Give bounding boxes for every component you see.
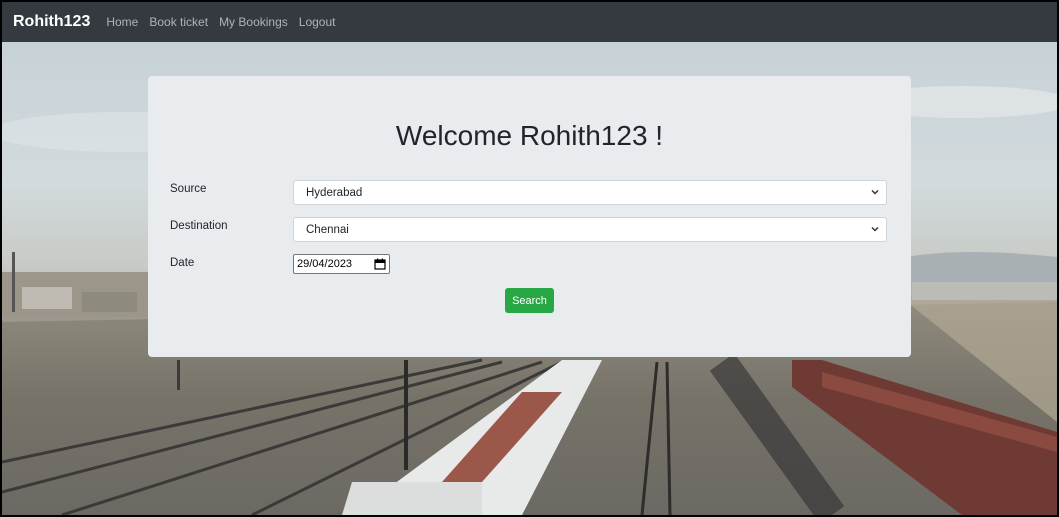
- nav-book-ticket-link[interactable]: Book ticket: [149, 15, 208, 29]
- source-select[interactable]: Hyderabad: [293, 180, 887, 205]
- chevron-down-icon: [871, 189, 879, 195]
- destination-select-value: Chennai: [306, 223, 349, 236]
- nav-logout-link[interactable]: Logout: [299, 15, 336, 29]
- date-input-value: 29/04/2023: [297, 258, 353, 270]
- nav-my-bookings-link[interactable]: My Bookings: [219, 15, 288, 29]
- chevron-down-icon: [871, 226, 879, 232]
- welcome-heading: Welcome Rohith123 !: [395, 120, 664, 151]
- brand-link[interactable]: Rohith123: [13, 13, 90, 31]
- browser-viewport: Rohith123 Home Book ticket My Bookings L…: [0, 0, 1059, 517]
- nav-home-link[interactable]: Home: [106, 15, 138, 29]
- date-label: Date: [170, 257, 195, 269]
- navbar: Rohith123 Home Book ticket My Bookings L…: [2, 2, 1057, 42]
- calendar-icon[interactable]: [374, 258, 386, 270]
- booking-form-card: Welcome Rohith123 ! Source Hyderabad Des…: [148, 76, 911, 357]
- destination-select[interactable]: Chennai: [293, 217, 887, 242]
- source-select-value: Hyderabad: [306, 186, 363, 199]
- search-button[interactable]: Search: [505, 288, 554, 313]
- destination-label: Destination: [170, 220, 228, 232]
- source-label: Source: [170, 183, 207, 195]
- date-input[interactable]: 29/04/2023: [293, 254, 390, 274]
